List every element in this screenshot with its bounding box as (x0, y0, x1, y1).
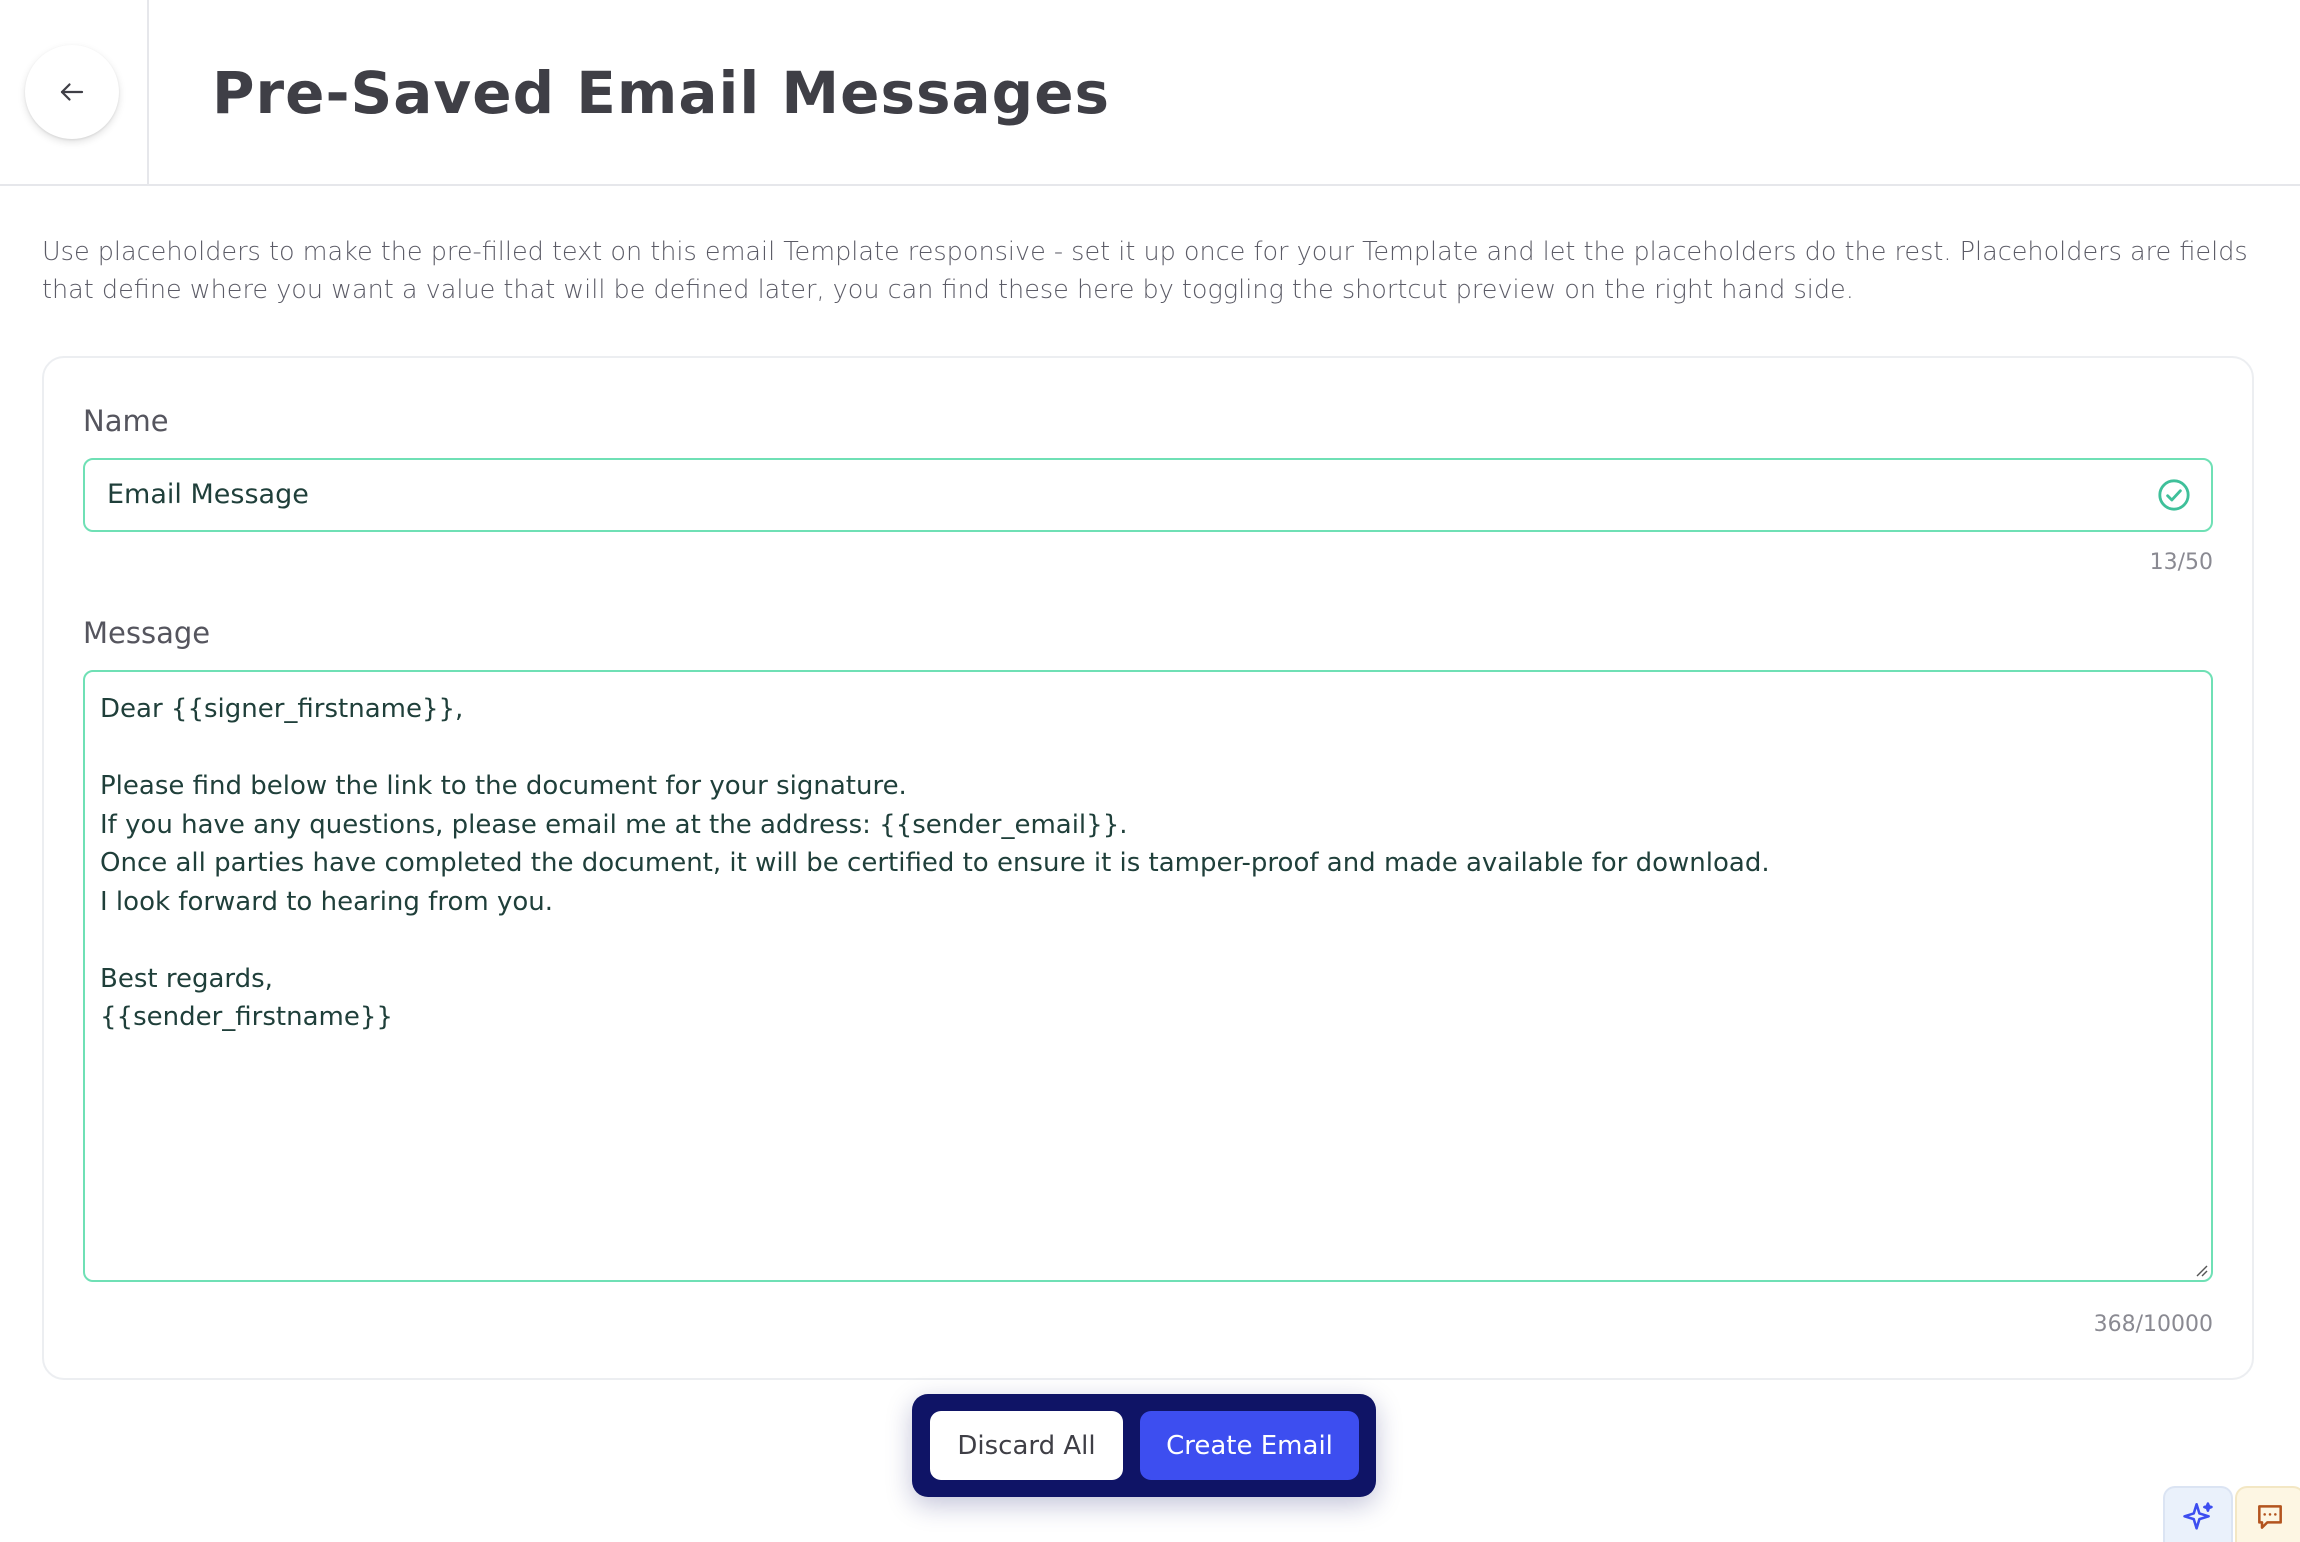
page: Pre-Saved Email Messages Use placeholder… (0, 0, 2300, 1542)
discard-all-button[interactable]: Discard All (930, 1411, 1123, 1480)
message-char-counter: 368/10000 (2093, 1312, 2213, 1337)
create-email-button[interactable]: Create Email (1140, 1411, 1359, 1480)
page-header: Pre-Saved Email Messages (0, 0, 2300, 186)
sparkle-icon (2183, 1502, 2213, 1530)
chat-icon (2258, 1505, 2282, 1529)
page-description: Use placeholders to make the pre-filled … (42, 237, 2248, 305)
name-input[interactable] (107, 460, 2147, 529)
check-circle-icon (2158, 479, 2190, 511)
name-field[interactable] (83, 458, 2213, 532)
action-bar: Discard All Create Email (912, 1394, 1376, 1497)
ai-assistant-button[interactable] (2163, 1486, 2233, 1542)
resize-handle-icon[interactable] (2193, 1262, 2209, 1278)
back-button[interactable] (25, 45, 119, 139)
page-title: Pre-Saved Email Messages (212, 59, 1111, 127)
message-textarea[interactable]: Dear {{signer_firstname}}, Please find b… (100, 690, 2190, 1260)
message-label: Message (83, 616, 211, 650)
chat-button[interactable] (2235, 1486, 2300, 1542)
arrow-left-icon (60, 83, 84, 101)
message-field[interactable]: Dear {{signer_firstname}}, Please find b… (83, 670, 2213, 1282)
back-column (0, 0, 149, 186)
name-char-counter: 13/50 (2149, 550, 2213, 575)
name-label: Name (83, 404, 169, 438)
